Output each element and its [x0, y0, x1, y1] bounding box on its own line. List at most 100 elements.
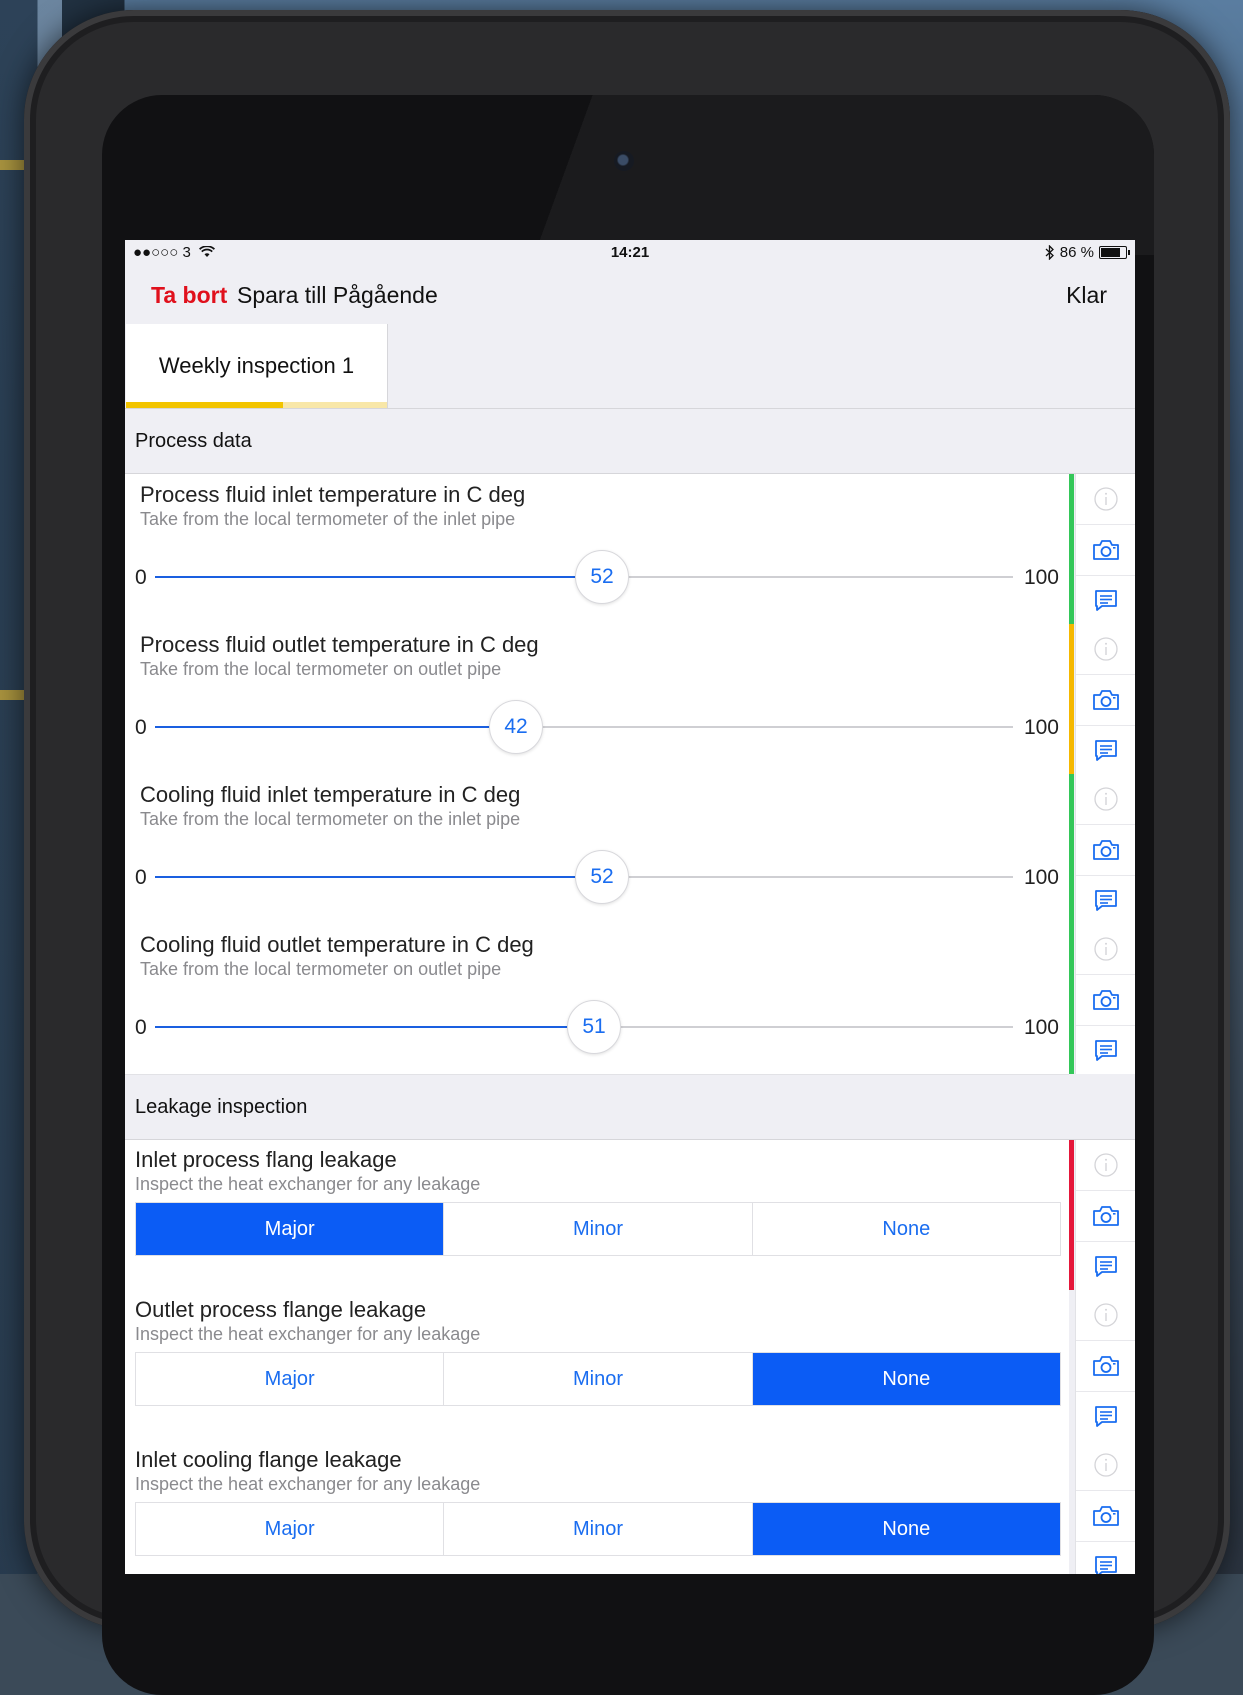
camera-icon: [1092, 1354, 1120, 1378]
severity-segmented-control: Major Minor None: [135, 1202, 1061, 1256]
row-actions: [1075, 624, 1135, 774]
camera-button[interactable]: [1076, 525, 1135, 576]
slider-track[interactable]: [155, 726, 1013, 728]
bluetooth-icon: [1045, 245, 1054, 260]
question-hint: Take from the local termometer on outlet…: [140, 959, 502, 979]
question-hint: Inspect the heat exchanger for any leaka…: [135, 1174, 481, 1194]
option-minor[interactable]: Minor: [444, 1353, 753, 1405]
option-none[interactable]: None: [752, 1203, 1060, 1255]
done-button[interactable]: Klar: [1066, 282, 1107, 309]
delete-button[interactable]: Ta bort: [151, 282, 227, 309]
question-hint: Take from the local termometer of the in…: [140, 509, 516, 529]
camera-button[interactable]: [1076, 675, 1135, 726]
slider-max-label: 100: [1023, 566, 1059, 589]
option-minor[interactable]: Minor: [444, 1503, 753, 1555]
section-title: Leakage inspection: [135, 1096, 308, 1118]
option-major[interactable]: Major: [136, 1353, 445, 1405]
info-icon: [1093, 1302, 1119, 1328]
section-header-process-data: Process data: [125, 409, 1135, 474]
comment-button[interactable]: [1076, 876, 1135, 926]
slider-question: Cooling fluid inlet temperature in C deg…: [125, 774, 1069, 925]
navigation-bar: Ta bort Spara till Pågående Klar: [125, 266, 1135, 324]
status-indicator: [1069, 924, 1074, 1074]
comment-icon: [1094, 889, 1118, 913]
comment-button[interactable]: [1076, 1542, 1135, 1574]
section-title: Process data: [135, 430, 252, 452]
row-actions: [1075, 1440, 1135, 1574]
info-icon: [1093, 1152, 1119, 1178]
status-indicator: [1069, 474, 1074, 624]
info-button[interactable]: [1076, 624, 1135, 675]
comment-icon: [1094, 739, 1118, 763]
info-button[interactable]: [1076, 1140, 1135, 1191]
comment-button[interactable]: [1076, 726, 1135, 776]
slider-min-label: 0: [135, 1016, 147, 1039]
slider-fill: [155, 1026, 593, 1028]
info-button[interactable]: [1076, 1440, 1135, 1491]
option-major[interactable]: Major: [136, 1203, 445, 1255]
tab-bar: Weekly inspection 1: [125, 324, 1135, 409]
slider-max-label: 100: [1023, 716, 1059, 739]
comment-icon: [1094, 1405, 1118, 1429]
slider-thumb[interactable]: 52: [575, 550, 629, 604]
section-header-leakage-inspection: Leakage inspection: [125, 1075, 1135, 1140]
status-bar: ●●○○○ 3 14:21 86 %: [125, 240, 1135, 266]
info-button[interactable]: [1076, 924, 1135, 975]
comment-icon: [1094, 1555, 1118, 1574]
question-title: Inlet cooling flange leakage: [135, 1447, 402, 1472]
option-major[interactable]: Major: [136, 1503, 445, 1555]
slider-min-label: 0: [135, 716, 147, 739]
question-hint: Take from the local termometer on the in…: [140, 809, 521, 829]
camera-icon: [1092, 538, 1120, 562]
question-title: Cooling fluid outlet temperature in C de…: [140, 932, 534, 957]
camera-button[interactable]: [1076, 1341, 1135, 1392]
question-hint: Inspect the heat exchanger for any leaka…: [135, 1474, 481, 1494]
row-actions: [1075, 1140, 1135, 1290]
comment-icon: [1094, 1039, 1118, 1063]
slider-thumb[interactable]: 51: [567, 1000, 621, 1054]
slider-question: Process fluid inlet temperature in C deg…: [125, 474, 1069, 625]
camera-button[interactable]: [1076, 1191, 1135, 1242]
comment-button[interactable]: [1076, 1026, 1135, 1076]
question-title: Process fluid outlet temperature in C de…: [140, 632, 539, 657]
comment-icon: [1094, 589, 1118, 613]
slider-thumb[interactable]: 52: [575, 850, 629, 904]
comment-button[interactable]: [1076, 1392, 1135, 1442]
slider-min-label: 0: [135, 866, 147, 889]
leakage-question: Outlet process flange leakage Inspect th…: [125, 1290, 1069, 1441]
camera-icon: [1092, 988, 1120, 1012]
camera-button[interactable]: [1076, 825, 1135, 876]
status-indicator: [1069, 774, 1074, 924]
slider-min-label: 0: [135, 566, 147, 589]
slider-thumb[interactable]: 42: [489, 700, 543, 754]
tab-weekly-inspection[interactable]: Weekly inspection 1: [126, 324, 388, 408]
camera-button[interactable]: [1076, 1491, 1135, 1542]
battery-percent: 86 %: [1059, 244, 1094, 261]
comment-button[interactable]: [1076, 1242, 1135, 1292]
save-to-in-progress-button[interactable]: Spara till Pågående: [237, 282, 438, 309]
camera-icon: [1092, 1204, 1120, 1228]
info-icon: [1093, 786, 1119, 812]
info-icon: [1093, 486, 1119, 512]
slider-question: Process fluid outlet temperature in C de…: [125, 624, 1069, 775]
camera-button[interactable]: [1076, 975, 1135, 1026]
question-title: Cooling fluid inlet temperature in C deg: [140, 782, 521, 807]
option-none[interactable]: None: [752, 1353, 1060, 1405]
row-actions: [1075, 1290, 1135, 1440]
info-icon: [1093, 936, 1119, 962]
info-button[interactable]: [1076, 1290, 1135, 1341]
comment-icon: [1094, 1255, 1118, 1279]
clock: 14:21: [610, 244, 650, 261]
option-none[interactable]: None: [752, 1503, 1060, 1555]
info-button[interactable]: [1076, 774, 1135, 825]
slider-fill: [155, 726, 515, 728]
info-button[interactable]: [1076, 474, 1135, 525]
slider-max-label: 100: [1023, 866, 1059, 889]
severity-segmented-control: Major Minor None: [135, 1502, 1061, 1556]
option-minor[interactable]: Minor: [444, 1203, 753, 1255]
tab-progress-fill: [126, 402, 283, 408]
question-hint: Take from the local termometer on outlet…: [140, 659, 502, 679]
row-actions: [1075, 774, 1135, 924]
question-hint: Inspect the heat exchanger for any leaka…: [135, 1324, 481, 1344]
comment-button[interactable]: [1076, 576, 1135, 626]
